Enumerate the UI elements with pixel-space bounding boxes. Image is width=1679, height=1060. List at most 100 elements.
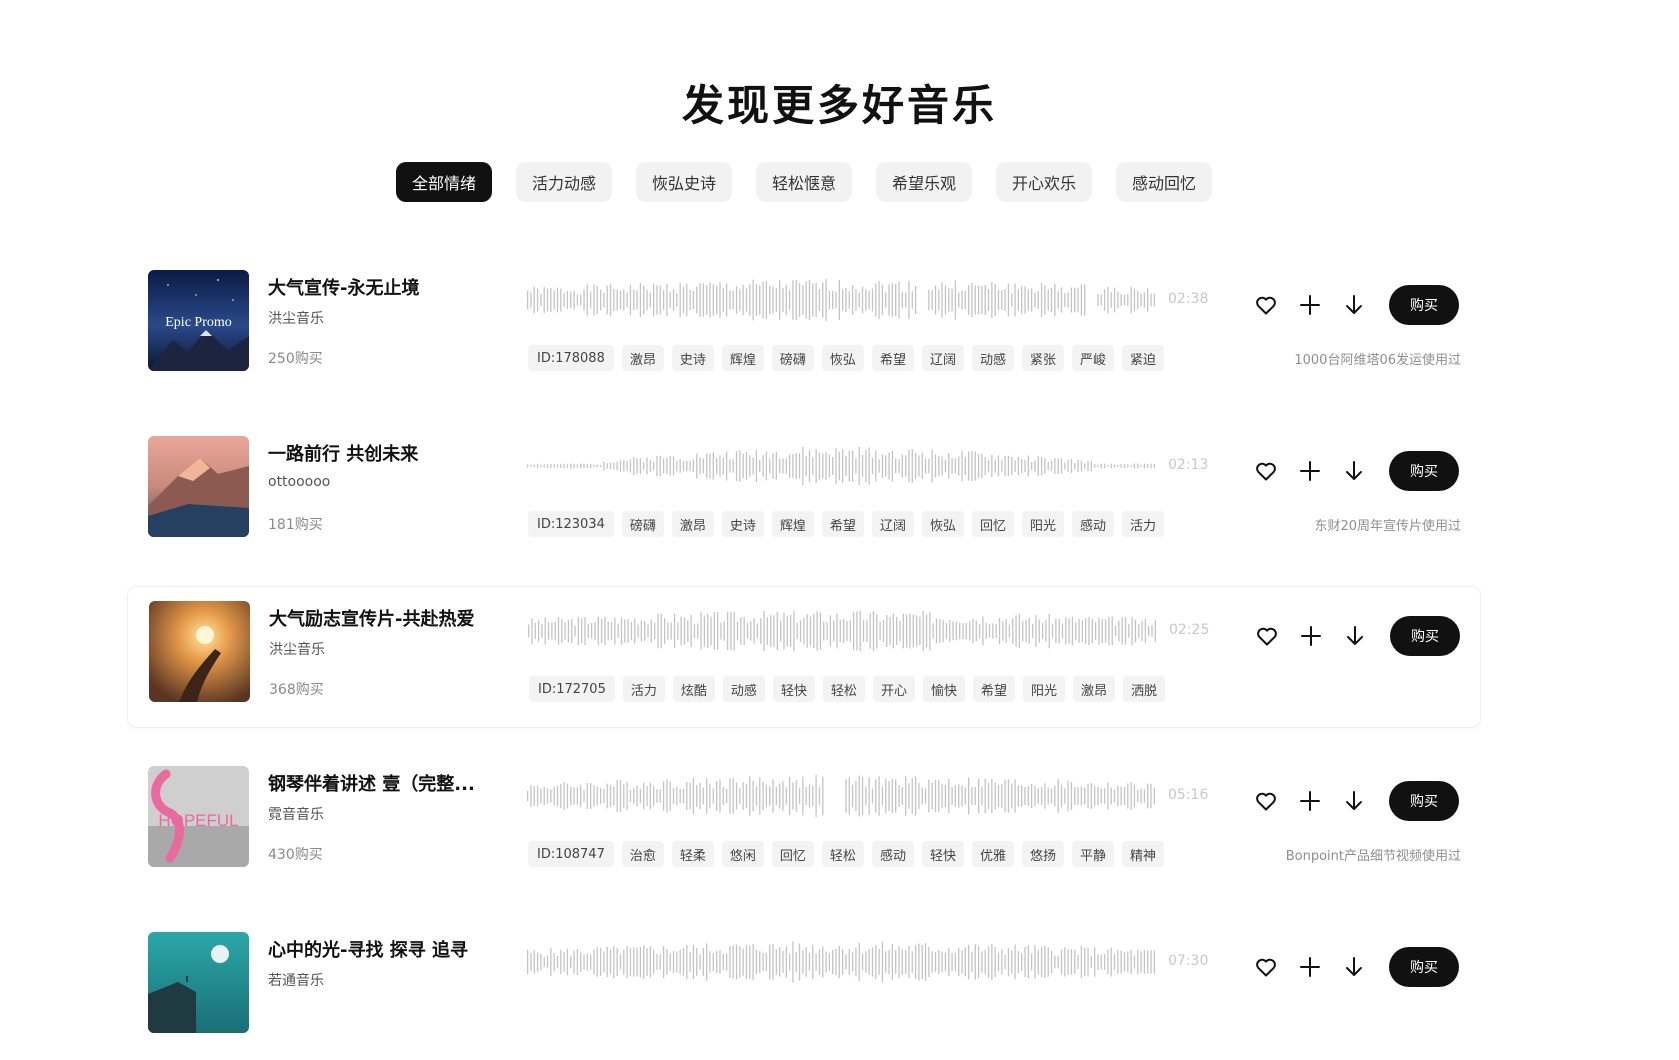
mood-tag[interactable]: 磅礴 (771, 345, 814, 371)
buy-button[interactable]: 购买 (1390, 616, 1460, 656)
track-row[interactable]: 一路前行 共创未来 ottooooo 181购买 02:13 ID:123034… (127, 422, 1481, 564)
mood-tag[interactable]: 轻快 (772, 676, 815, 702)
buy-button[interactable]: 购买 (1389, 451, 1459, 491)
mood-tag[interactable]: 激昂 (621, 345, 664, 371)
purchase-count: 368购买 (269, 682, 324, 698)
mood-tag[interactable]: 严峻 (1072, 345, 1115, 371)
mood-tag[interactable]: 史诗 (671, 345, 714, 371)
mood-tag[interactable]: 平静 (1072, 841, 1115, 867)
album-cover[interactable]: Epic Promo (148, 270, 249, 371)
track-row[interactable]: Epic Promo 大气宣传-永无止境 洪尘音乐 250购买 02:38 ID… (127, 256, 1481, 398)
track-author[interactable]: 洪尘音乐 (269, 639, 325, 659)
favorite-button[interactable] (1253, 788, 1279, 814)
mood-tag[interactable]: 恢弘 (921, 511, 964, 537)
favorite-button[interactable] (1253, 292, 1279, 318)
buy-button[interactable]: 购买 (1389, 285, 1459, 325)
add-button[interactable] (1297, 954, 1323, 980)
filter-chip[interactable]: 感动回忆 (1116, 162, 1212, 202)
filter-chip[interactable]: 全部情绪 (396, 162, 492, 202)
track-author[interactable]: 洪尘音乐 (268, 308, 324, 328)
filter-chip[interactable]: 活力动感 (516, 162, 612, 202)
track-title[interactable]: 心中的光-寻找 探寻 追寻 (268, 936, 493, 962)
waveform[interactable] (527, 444, 1157, 488)
mood-tag[interactable]: 悠扬 (1021, 841, 1064, 867)
favorite-button[interactable] (1254, 623, 1280, 649)
filter-chip[interactable]: 恢弘史诗 (636, 162, 732, 202)
mood-tag[interactable]: 开心 (872, 676, 915, 702)
mood-tag[interactable]: 活力 (622, 676, 665, 702)
track-title[interactable]: 大气宣传-永无止境 (268, 274, 493, 300)
add-button[interactable] (1297, 788, 1323, 814)
waveform[interactable] (527, 278, 1157, 322)
add-button[interactable] (1298, 623, 1324, 649)
waveform[interactable] (527, 774, 1157, 818)
mood-tag[interactable]: 回忆 (971, 511, 1014, 537)
download-button[interactable] (1341, 458, 1367, 484)
mood-tag[interactable]: 感动 (871, 841, 914, 867)
waveform-bar (719, 950, 721, 974)
mood-tag[interactable]: 紧张 (1021, 345, 1064, 371)
track-author[interactable]: ottooooo (268, 474, 330, 490)
mood-tag[interactable]: 回忆 (771, 841, 814, 867)
mood-tag[interactable]: 希望 (871, 345, 914, 371)
mood-tag[interactable]: 辽阔 (921, 345, 964, 371)
mood-tag[interactable]: 希望 (972, 676, 1015, 702)
track-row[interactable]: 心中的光-寻找 探寻 追寻 若通音乐 07:30 购买 (127, 918, 1481, 1060)
buy-button[interactable]: 购买 (1389, 781, 1459, 821)
album-cover[interactable] (148, 932, 249, 1033)
mood-tag[interactable]: 愉快 (922, 676, 965, 702)
mood-tag[interactable]: 轻松 (822, 676, 865, 702)
filter-chip[interactable]: 轻松惬意 (756, 162, 852, 202)
album-cover[interactable] (148, 436, 249, 537)
mood-tag[interactable]: 磅礴 (621, 511, 664, 537)
track-row[interactable]: 大气励志宣传片-共赴热爱 洪尘音乐 368购买 02:25 ID:172705 … (127, 586, 1481, 728)
buy-button[interactable]: 购买 (1389, 947, 1459, 987)
waveform-bar (845, 455, 847, 477)
favorite-button[interactable] (1253, 458, 1279, 484)
mood-tag[interactable]: 优雅 (971, 841, 1014, 867)
mood-tag[interactable]: 阳光 (1021, 511, 1064, 537)
mood-tag[interactable]: 悠闲 (721, 841, 764, 867)
track-author[interactable]: 若通音乐 (268, 970, 324, 990)
mood-tag[interactable]: 洒脱 (1123, 676, 1166, 702)
download-button[interactable] (1341, 954, 1367, 980)
add-button[interactable] (1297, 292, 1323, 318)
track-title[interactable]: 钢琴伴着讲述 壹（完整... (268, 770, 493, 796)
mood-tag[interactable]: 恢弘 (821, 345, 864, 371)
filter-chip[interactable]: 开心欢乐 (996, 162, 1092, 202)
waveform-bar (1011, 293, 1013, 307)
mood-tag[interactable]: 感动 (1072, 511, 1115, 537)
album-cover[interactable] (149, 601, 250, 702)
filter-chip[interactable]: 希望乐观 (876, 162, 972, 202)
mood-tag[interactable]: 激昂 (1073, 676, 1116, 702)
track-row[interactable]: HOPEFUL 钢琴伴着讲述 壹（完整... 霓音音乐 430购买 05:16 … (127, 752, 1481, 894)
favorite-button[interactable] (1253, 954, 1279, 980)
mood-tag[interactable]: 轻快 (921, 841, 964, 867)
track-author[interactable]: 霓音音乐 (268, 804, 324, 824)
mood-tag[interactable]: 轻柔 (671, 841, 714, 867)
waveform[interactable] (527, 940, 1157, 984)
download-button[interactable] (1341, 292, 1367, 318)
mood-tag[interactable]: 炫酷 (672, 676, 715, 702)
mood-tag[interactable]: 希望 (821, 511, 864, 537)
mood-tag[interactable]: 轻松 (821, 841, 864, 867)
mood-tag[interactable]: 阳光 (1022, 676, 1065, 702)
track-title[interactable]: 大气励志宣传片-共赴热爱 (269, 605, 494, 631)
mood-tag[interactable]: 激昂 (671, 511, 714, 537)
album-cover[interactable]: HOPEFUL (148, 766, 249, 867)
mood-tag[interactable]: 辉煌 (771, 511, 814, 537)
download-button[interactable] (1341, 788, 1367, 814)
download-button[interactable] (1342, 623, 1368, 649)
waveform[interactable] (528, 609, 1158, 653)
track-title[interactable]: 一路前行 共创未来 (268, 440, 493, 466)
mood-tag[interactable]: 辽阔 (871, 511, 914, 537)
mood-tag[interactable]: 治愈 (621, 841, 664, 867)
mood-tag[interactable]: 辉煌 (721, 345, 764, 371)
mood-tag[interactable]: 紧迫 (1122, 345, 1165, 371)
mood-tag[interactable]: 动感 (971, 345, 1014, 371)
mood-tag[interactable]: 动感 (722, 676, 765, 702)
add-button[interactable] (1297, 458, 1323, 484)
mood-tag[interactable]: 精神 (1122, 841, 1165, 867)
mood-tag[interactable]: 活力 (1122, 511, 1165, 537)
mood-tag[interactable]: 史诗 (721, 511, 764, 537)
